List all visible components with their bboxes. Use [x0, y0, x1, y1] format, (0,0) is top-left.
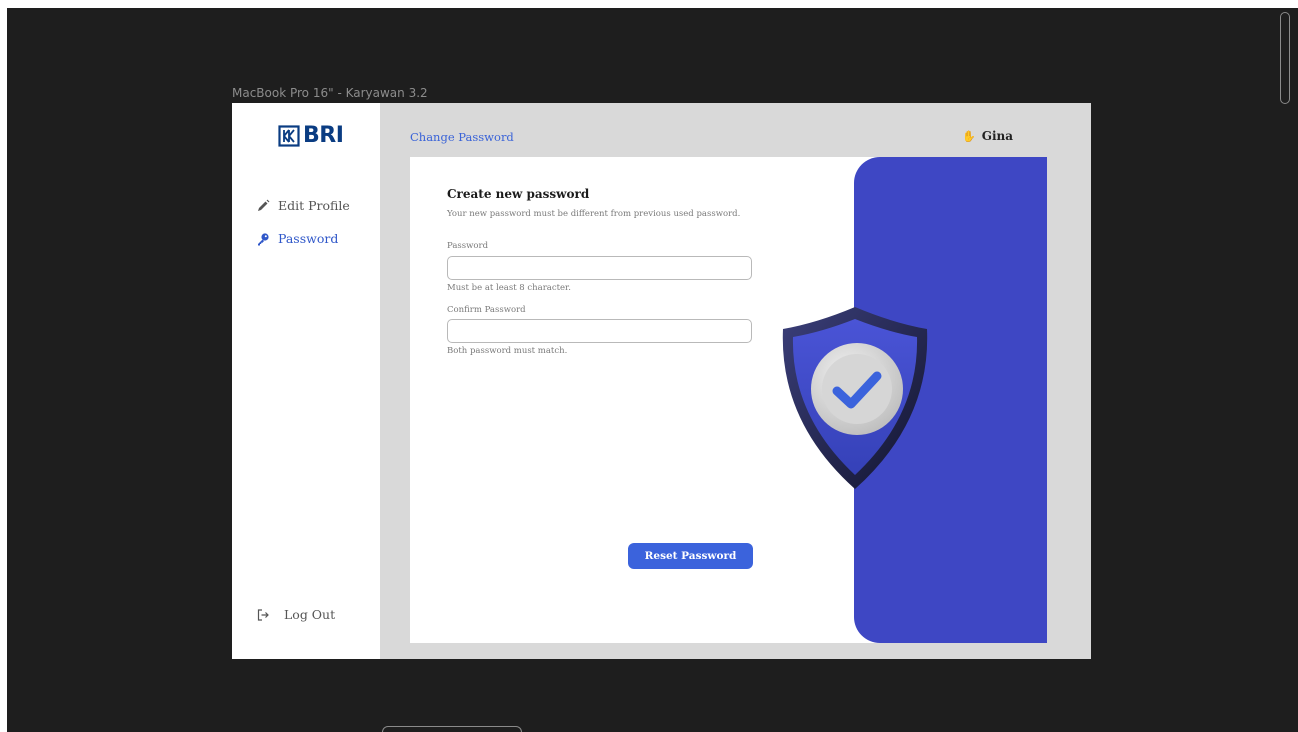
sidebar-item-label: Password	[278, 231, 339, 246]
logout-button[interactable]: Log Out	[256, 607, 335, 622]
pencil-icon	[256, 199, 270, 213]
password-label: Password	[447, 241, 489, 251]
bri-logo-icon	[278, 124, 300, 147]
password-hint: Must be at least 8 character.	[447, 283, 571, 293]
change-password-card: Create new password Your new password mu…	[410, 157, 1047, 643]
brand-name: BRI	[303, 123, 344, 148]
sidebar-item-password[interactable]: Password	[256, 231, 338, 246]
confirm-password-label: Confirm Password	[447, 305, 526, 315]
sidebar-item-edit-profile[interactable]: Edit Profile	[256, 198, 350, 213]
page-title: Change Password	[410, 130, 514, 144]
password-input[interactable]	[447, 256, 752, 280]
confirm-password-input[interactable]	[447, 319, 752, 343]
logout-icon	[256, 608, 270, 622]
form-title: Create new password	[447, 187, 590, 201]
vertical-scrollbar[interactable]	[1280, 12, 1290, 104]
window-edge-top	[0, 0, 1298, 8]
sidebar: BRI Edit Profile Password Log Out	[232, 103, 380, 659]
key-icon	[256, 232, 270, 246]
wave-hand-icon: ✋	[962, 129, 976, 143]
horizontal-scrollbar[interactable]	[382, 726, 522, 732]
form-subtitle: Your new password must be different from…	[447, 209, 741, 219]
app-frame: BRI Edit Profile Password Log Out Change…	[232, 103, 1091, 659]
frame-label: MacBook Pro 16" - Karyawan 3.2	[232, 86, 428, 100]
logout-label: Log Out	[284, 607, 336, 622]
shield-check-icon	[782, 307, 928, 489]
brand-logo[interactable]: BRI	[278, 123, 344, 148]
user-name: Gina	[981, 129, 1014, 143]
sidebar-item-label: Edit Profile	[278, 198, 350, 213]
reset-password-button[interactable]: Reset Password	[628, 543, 753, 569]
window-edge-left	[0, 0, 7, 732]
user-menu[interactable]: ✋ Gina	[962, 129, 1013, 143]
confirm-password-hint: Both password must match.	[447, 346, 568, 356]
